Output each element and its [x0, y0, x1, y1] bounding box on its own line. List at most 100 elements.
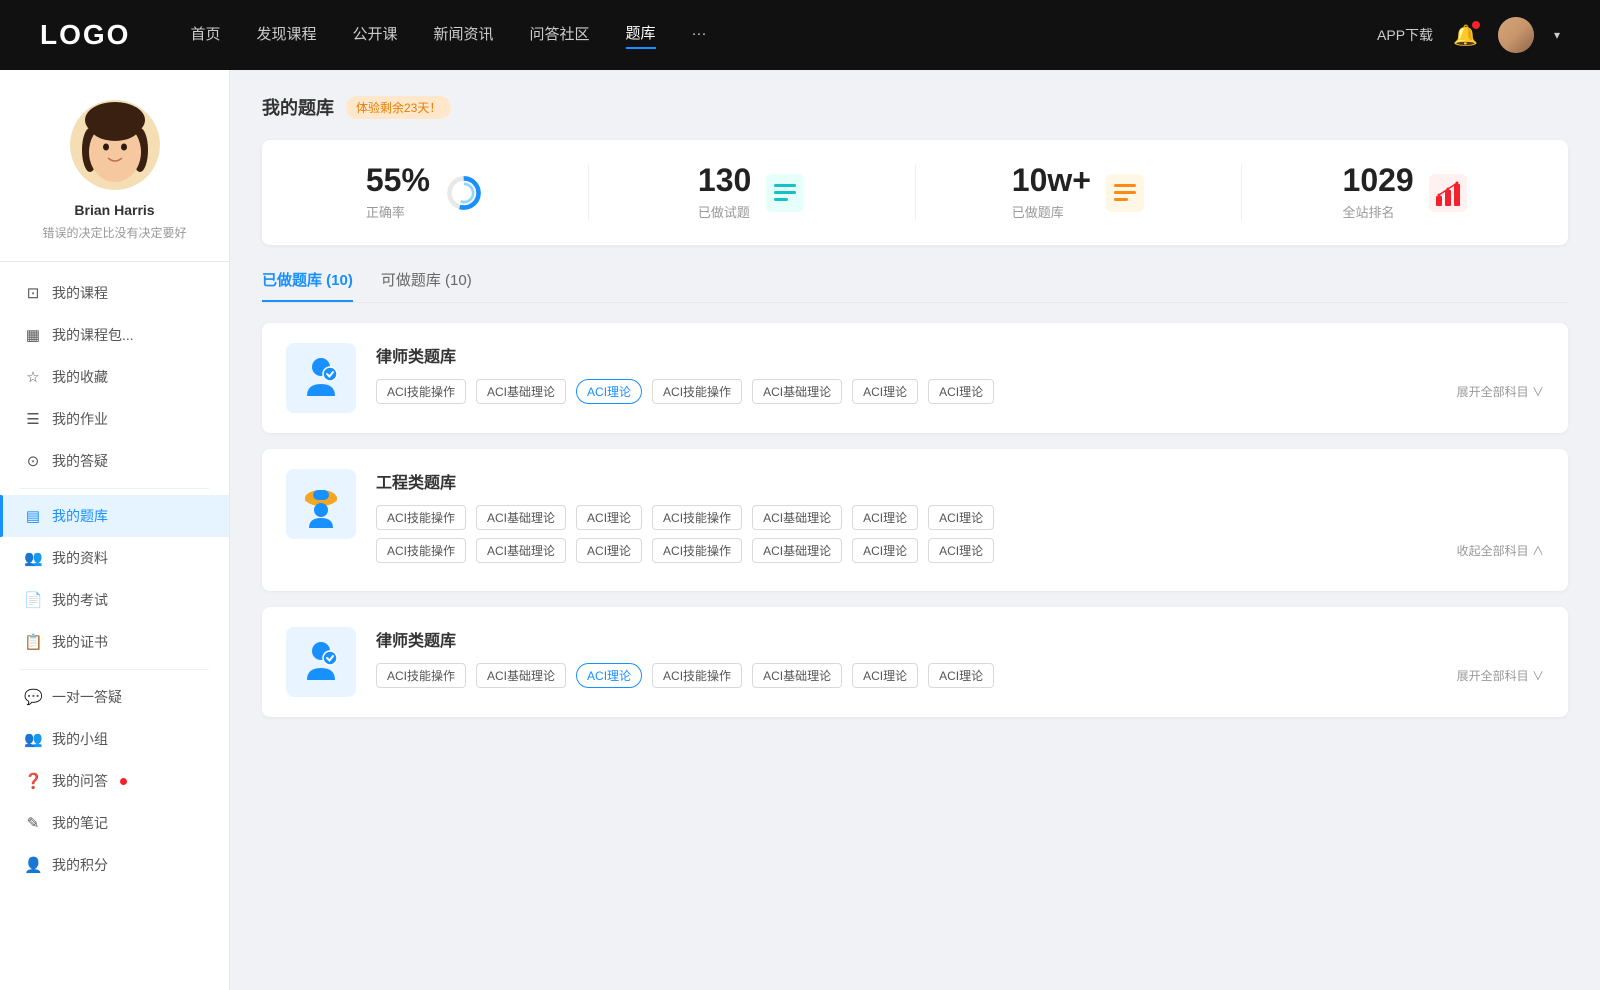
- chevron-down-icon[interactable]: ▾: [1554, 28, 1560, 42]
- law2-tag-5[interactable]: ACI理论: [852, 663, 918, 688]
- sidebar-item-my-questions[interactable]: ❓ 我的问答: [0, 760, 229, 802]
- eng2-tag-6[interactable]: ACI理论: [928, 538, 994, 563]
- sidebar-label-my-points: 我的积分: [52, 855, 108, 875]
- eng-tag-4[interactable]: ACI基础理论: [752, 505, 842, 530]
- sidebar-username: Brian Harris: [74, 202, 154, 218]
- expand-link-lawyer-1[interactable]: 展开全部科目 ∨: [1457, 383, 1544, 400]
- sidebar-item-my-data[interactable]: 👥 我的资料: [0, 537, 229, 579]
- nav-links: 首页 发现课程 公开课 新闻资讯 问答社区 题库 ···: [190, 22, 1377, 49]
- sidebar-label-my-qbank: 我的题库: [52, 506, 108, 526]
- page-body: Brian Harris 错误的决定比没有决定要好 ⊡ 我的课程 ▦ 我的课程包…: [0, 70, 1600, 990]
- notification-bell[interactable]: 🔔: [1453, 23, 1478, 48]
- tabs-row: 已做题库 (10) 可做题库 (10): [262, 269, 1568, 303]
- logo: LOGO: [40, 19, 130, 51]
- law2-tag-3[interactable]: ACI技能操作: [652, 663, 742, 688]
- eng2-tag-1[interactable]: ACI基础理论: [476, 538, 566, 563]
- eng2-tag-0[interactable]: ACI技能操作: [376, 538, 466, 563]
- nav-home[interactable]: 首页: [190, 23, 220, 48]
- stat-accuracy: 55% 正确率: [262, 164, 589, 221]
- sidebar-item-my-group[interactable]: 👥 我的小组: [0, 718, 229, 760]
- sidebar-item-course-packages[interactable]: ▦ 我的课程包...: [0, 314, 229, 356]
- list-green-icon: [765, 173, 805, 213]
- law2-tag-1[interactable]: ACI基础理论: [476, 663, 566, 688]
- sidebar-divider-2: [20, 669, 209, 670]
- sidebar-label-homework: 我的作业: [52, 409, 108, 429]
- eng2-tag-2[interactable]: ACI理论: [576, 538, 642, 563]
- qbank-card-lawyer-2: 律师类题库 ACI技能操作 ACI基础理论 ACI理论 ACI技能操作 ACI基…: [262, 607, 1568, 717]
- sidebar-divider-1: [20, 488, 209, 489]
- qbank-icon-lawyer-2: [286, 627, 356, 697]
- sidebar-item-one-on-one[interactable]: 💬 一对一答疑: [0, 676, 229, 718]
- sidebar: Brian Harris 错误的决定比没有决定要好 ⊡ 我的课程 ▦ 我的课程包…: [0, 70, 230, 990]
- avatar-large: [70, 100, 160, 190]
- sidebar-item-homework[interactable]: ☰ 我的作业: [0, 398, 229, 440]
- eng-tag-3[interactable]: ACI技能操作: [652, 505, 742, 530]
- star-icon: ☆: [24, 368, 42, 386]
- avatar[interactable]: [1498, 17, 1534, 53]
- eng-tag-5[interactable]: ACI理论: [852, 505, 918, 530]
- questions-dot: [120, 778, 127, 785]
- tab-available-banks[interactable]: 可做题库 (10): [381, 269, 472, 302]
- tab-done-banks[interactable]: 已做题库 (10): [262, 269, 353, 302]
- expand-link-lawyer-2[interactable]: 展开全部科目 ∨: [1457, 667, 1544, 684]
- nav-discover[interactable]: 发现课程: [256, 23, 316, 48]
- qbank-title-engineer: 工程类题库: [376, 469, 1544, 493]
- eng2-tag-4[interactable]: ACI基础理论: [752, 538, 842, 563]
- law2-tag-6[interactable]: ACI理论: [928, 663, 994, 688]
- nav-qa[interactable]: 问答社区: [530, 23, 590, 48]
- sidebar-item-favorites[interactable]: ☆ 我的收藏: [0, 356, 229, 398]
- stat-banks-label: 已做题库: [1012, 202, 1091, 221]
- tag-3[interactable]: ACI技能操作: [652, 379, 742, 404]
- sidebar-item-my-certs[interactable]: 📋 我的证书: [0, 621, 229, 663]
- courses-icon: ⊡: [24, 284, 42, 302]
- eng-tag-1[interactable]: ACI基础理论: [476, 505, 566, 530]
- tags-row-engineer-2: ACI技能操作 ACI基础理论 ACI理论 ACI技能操作 ACI基础理论 AC…: [376, 538, 1544, 563]
- qbank-icon-engineer: [286, 469, 356, 539]
- nav-more[interactable]: ···: [692, 25, 707, 46]
- stat-banks-value: 10w+: [1012, 164, 1091, 196]
- tag-6[interactable]: ACI理论: [928, 379, 994, 404]
- sidebar-label-my-courses: 我的课程: [52, 283, 108, 303]
- group-icon: 👥: [24, 730, 42, 748]
- eng2-tag-3[interactable]: ACI技能操作: [652, 538, 742, 563]
- app-download-button[interactable]: APP下载: [1377, 25, 1433, 45]
- chart-red-icon: [1428, 173, 1468, 213]
- stat-ranking: 1029 全站排名: [1242, 164, 1568, 221]
- eng-tag-2[interactable]: ACI理论: [576, 505, 642, 530]
- law2-tag-4[interactable]: ACI基础理论: [752, 663, 842, 688]
- tag-4[interactable]: ACI基础理论: [752, 379, 842, 404]
- law2-tag-2[interactable]: ACI理论: [576, 663, 642, 688]
- tag-1[interactable]: ACI基础理论: [476, 379, 566, 404]
- tag-5[interactable]: ACI理论: [852, 379, 918, 404]
- sidebar-item-my-qa[interactable]: ⊙ 我的答疑: [0, 440, 229, 482]
- navbar: LOGO 首页 发现课程 公开课 新闻资讯 问答社区 题库 ··· APP下载 …: [0, 0, 1600, 70]
- tags-row-lawyer-2: ACI技能操作 ACI基础理论 ACI理论 ACI技能操作 ACI基础理论 AC…: [376, 663, 1544, 688]
- sidebar-label-my-qa: 我的答疑: [52, 451, 108, 471]
- tag-2[interactable]: ACI理论: [576, 379, 642, 404]
- collapse-link-engineer[interactable]: 收起全部科目 ∧: [1457, 542, 1544, 559]
- eng-tag-0[interactable]: ACI技能操作: [376, 505, 466, 530]
- sidebar-item-my-qbank[interactable]: ▤ 我的题库: [0, 495, 229, 537]
- one-on-one-icon: 💬: [24, 688, 42, 706]
- eng-tag-6[interactable]: ACI理论: [928, 505, 994, 530]
- sidebar-profile: Brian Harris 错误的决定比没有决定要好: [0, 70, 229, 262]
- sidebar-label-course-packages: 我的课程包...: [52, 325, 134, 345]
- nav-qbank[interactable]: 题库: [626, 22, 656, 49]
- notes-icon: ✎: [24, 814, 42, 832]
- tag-0[interactable]: ACI技能操作: [376, 379, 466, 404]
- stat-done-value: 130: [698, 164, 751, 196]
- nav-news[interactable]: 新闻资讯: [434, 23, 494, 48]
- law2-tag-0[interactable]: ACI技能操作: [376, 663, 466, 688]
- nav-opencourse[interactable]: 公开课: [352, 23, 397, 48]
- sidebar-item-my-exams[interactable]: 📄 我的考试: [0, 579, 229, 621]
- stat-done-questions: 130 已做试题: [589, 164, 916, 221]
- qa-icon: ⊙: [24, 452, 42, 470]
- stat-rank-value: 1029: [1343, 164, 1414, 196]
- sidebar-menu: ⊡ 我的课程 ▦ 我的课程包... ☆ 我的收藏 ☰ 我的作业 ⊙ 我的答疑 ▤: [0, 262, 229, 896]
- stat-accuracy-value: 55%: [366, 164, 430, 196]
- packages-icon: ▦: [24, 326, 42, 344]
- sidebar-item-my-points[interactable]: 👤 我的积分: [0, 844, 229, 886]
- eng2-tag-5[interactable]: ACI理论: [852, 538, 918, 563]
- sidebar-item-my-courses[interactable]: ⊡ 我的课程: [0, 272, 229, 314]
- sidebar-item-my-notes[interactable]: ✎ 我的笔记: [0, 802, 229, 844]
